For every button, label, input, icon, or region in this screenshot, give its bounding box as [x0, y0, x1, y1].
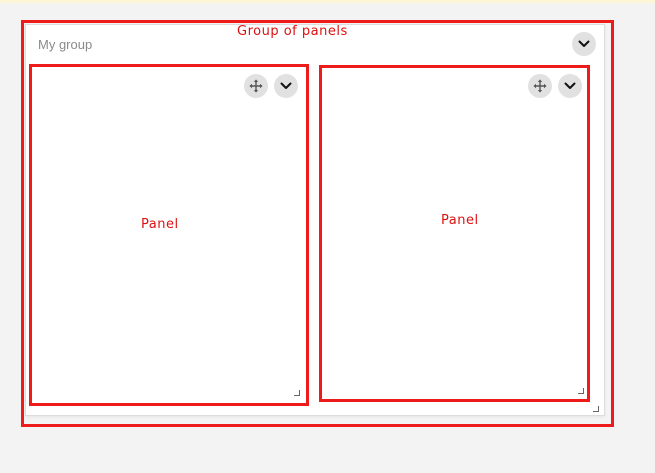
panel-right-annotation-label: Panel [441, 213, 479, 228]
panel-left-annotation-box [29, 64, 309, 406]
panel-right-annotation-box [319, 65, 590, 402]
panel-left-annotation-label: Panel [141, 217, 179, 232]
top-notification-bar [0, 0, 655, 3]
group-annotation-label: Group of panels [237, 24, 348, 39]
